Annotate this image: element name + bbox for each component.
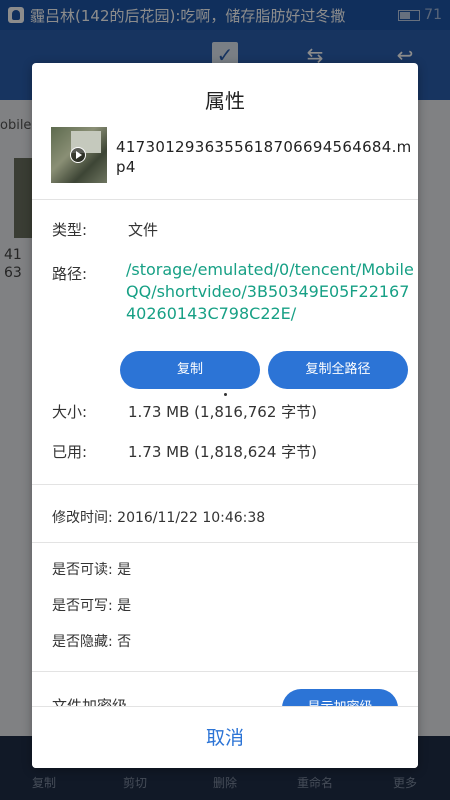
type-value: 文件 — [128, 221, 159, 239]
readable-row: 是否可读: 是 — [52, 559, 131, 579]
play-icon — [70, 147, 86, 163]
used-label: 已用: — [52, 443, 88, 461]
path-value[interactable]: /storage/emulated/0/tencent/MobileQQ/sho… — [126, 259, 416, 325]
divider — [32, 671, 418, 672]
hidden-row: 是否隐藏: 否 — [52, 631, 131, 651]
modified-value: 2016/11/22 10:46:38 — [117, 510, 266, 526]
modified-row: 修改时间: 2016/11/22 10:46:38 — [52, 507, 265, 527]
video-thumbnail — [51, 127, 107, 183]
cancel-button[interactable]: 取消 — [32, 707, 418, 768]
writable-row: 是否可写: 是 — [52, 595, 131, 615]
copy-button[interactable]: 复制 — [120, 351, 260, 389]
readable-label: 是否可读: — [52, 562, 113, 578]
path-label: 路径: — [52, 265, 88, 283]
divider — [32, 199, 418, 200]
file-name: 4173012936355618706694564684.mp4 — [116, 138, 412, 176]
modified-label: 修改时间: — [52, 510, 113, 526]
writable-label: 是否可写: — [52, 598, 113, 614]
properties-dialog: 属性 4173012936355618706694564684.mp4 类型: … — [32, 63, 418, 768]
size-label: 大小: — [52, 403, 88, 421]
size-value: 1.73 MB (1,816,762 字节) — [128, 403, 317, 421]
readable-value: 是 — [117, 562, 132, 578]
divider — [32, 542, 418, 543]
dialog-title: 属性 — [205, 89, 245, 113]
type-label: 类型: — [52, 221, 88, 239]
hidden-label: 是否隐藏: — [52, 634, 113, 650]
writable-value: 是 — [117, 598, 132, 614]
divider — [32, 484, 418, 485]
copy-full-path-button[interactable]: 复制全路径 — [268, 351, 408, 389]
hidden-value: 否 — [117, 634, 132, 650]
dialog-footer: 取消 — [32, 706, 418, 768]
used-value: 1.73 MB (1,818,624 字节) — [128, 443, 317, 461]
indicator-dot — [224, 393, 227, 396]
